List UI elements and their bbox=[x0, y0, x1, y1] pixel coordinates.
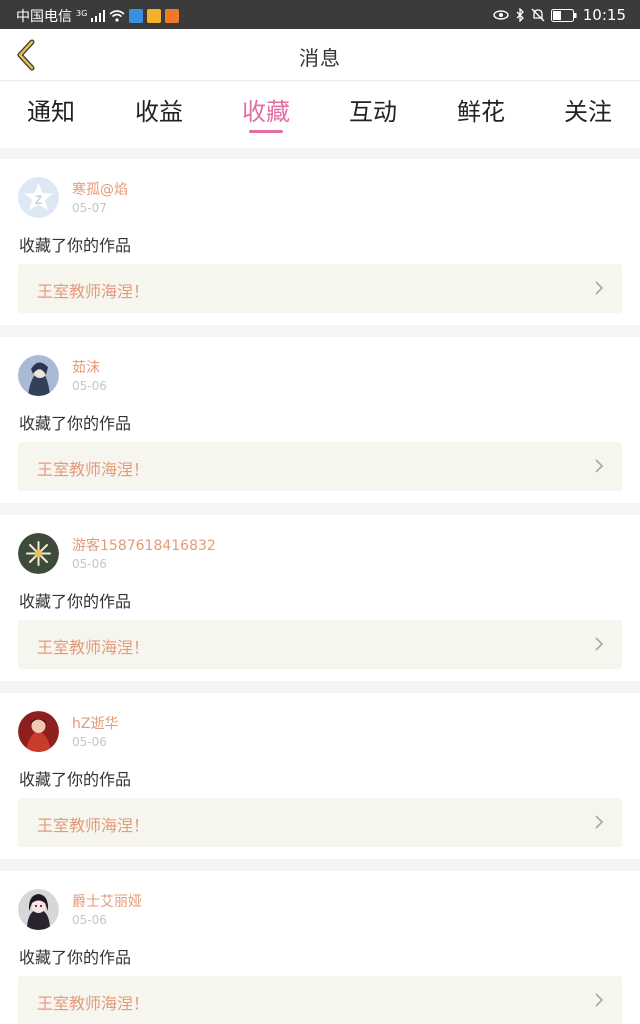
active-tab-indicator bbox=[249, 130, 283, 133]
signal-icon bbox=[91, 10, 106, 22]
shield-app-icon bbox=[129, 9, 144, 23]
navigation-bar: 消息 bbox=[0, 29, 640, 81]
action-text: 收藏了你的作品 bbox=[19, 948, 132, 967]
action-text: 收藏了你的作品 bbox=[19, 592, 132, 611]
username[interactable]: 爵士艾丽娅 bbox=[72, 891, 142, 911]
message-date: 05-06 bbox=[72, 735, 107, 749]
work-title: 王室教师海涅！ bbox=[37, 460, 150, 479]
svg-text:Z: Z bbox=[35, 193, 42, 207]
work-link[interactable]: 王室教师海涅！ bbox=[18, 620, 622, 669]
avatar[interactable]: Z bbox=[18, 177, 59, 218]
chevron-right-icon bbox=[595, 993, 604, 1007]
tab-favorites[interactable]: 收藏 bbox=[221, 92, 311, 127]
chevron-right-icon bbox=[595, 281, 604, 295]
chevron-right-icon bbox=[595, 459, 604, 473]
action-text: 收藏了你的作品 bbox=[19, 414, 132, 433]
tab-earnings[interactable]: 收益 bbox=[114, 92, 204, 127]
work-link[interactable]: 王室教师海涅！ bbox=[18, 264, 622, 313]
avatar[interactable] bbox=[18, 711, 59, 752]
tab-interactions[interactable]: 互动 bbox=[328, 92, 418, 127]
username[interactable]: 茹沫 bbox=[72, 357, 100, 377]
status-bar-right: 10:15 bbox=[493, 6, 626, 24]
tab-notifications[interactable]: 通知 bbox=[6, 92, 96, 127]
username[interactable]: 游客1587618416832 bbox=[72, 535, 216, 555]
message-date: 05-06 bbox=[72, 557, 107, 571]
message-date: 05-07 bbox=[72, 201, 107, 215]
avatar[interactable] bbox=[18, 533, 59, 574]
work-title: 王室教师海涅！ bbox=[37, 638, 150, 657]
battery-icon bbox=[550, 8, 577, 22]
message-date: 05-06 bbox=[72, 913, 107, 927]
tab-bar: 通知 收益 收藏 互动 鲜花 关注 bbox=[0, 82, 640, 148]
mute-bell-icon bbox=[531, 8, 545, 22]
clock: 10:15 bbox=[582, 6, 626, 24]
tab-flowers[interactable]: 鲜花 bbox=[436, 92, 526, 127]
avatar[interactable] bbox=[18, 355, 59, 396]
message-date: 05-06 bbox=[72, 379, 107, 393]
username[interactable]: 寒孤@焰 bbox=[72, 179, 128, 199]
eye-icon bbox=[493, 10, 509, 20]
tab-following[interactable]: 关注 bbox=[543, 92, 633, 127]
chevron-right-icon bbox=[595, 637, 604, 651]
action-text: 收藏了你的作品 bbox=[19, 770, 132, 789]
page-title: 消息 bbox=[299, 46, 341, 70]
app-icon-yellow bbox=[147, 9, 162, 23]
work-link[interactable]: 王室教师海涅！ bbox=[18, 442, 622, 491]
wifi-icon bbox=[109, 10, 125, 22]
message-card: 游客1587618416832 05-06 收藏了你的作品 王室教师海涅！ bbox=[0, 515, 640, 681]
network-label: 3G bbox=[76, 8, 88, 18]
status-bar-left: 中国电信 3G bbox=[16, 6, 180, 26]
carrier-label: 中国电信 bbox=[16, 9, 72, 25]
chevron-right-icon bbox=[595, 815, 604, 829]
work-title: 王室教师海涅！ bbox=[37, 282, 150, 301]
message-card: Z 寒孤@焰 05-07 收藏了你的作品 王室教师海涅！ bbox=[0, 159, 640, 325]
bluetooth-icon bbox=[516, 8, 524, 22]
work-title: 王室教师海涅！ bbox=[37, 994, 150, 1013]
work-link[interactable]: 王室教师海涅！ bbox=[18, 976, 622, 1024]
message-card: 茹沫 05-06 收藏了你的作品 王室教师海涅！ bbox=[0, 337, 640, 503]
avatar[interactable] bbox=[18, 889, 59, 930]
message-card: 爵士艾丽娅 05-06 收藏了你的作品 王室教师海涅！ bbox=[0, 871, 640, 1024]
status-bar: 中国电信 3G 10:15 bbox=[0, 0, 640, 29]
username[interactable]: hZ逝华 bbox=[72, 713, 118, 733]
message-card: hZ逝华 05-06 收藏了你的作品 王室教师海涅！ bbox=[0, 693, 640, 859]
action-text: 收藏了你的作品 bbox=[19, 236, 132, 255]
app-icon-orange bbox=[165, 9, 180, 23]
work-link[interactable]: 王室教师海涅！ bbox=[18, 798, 622, 847]
work-title: 王室教师海涅！ bbox=[37, 816, 150, 835]
